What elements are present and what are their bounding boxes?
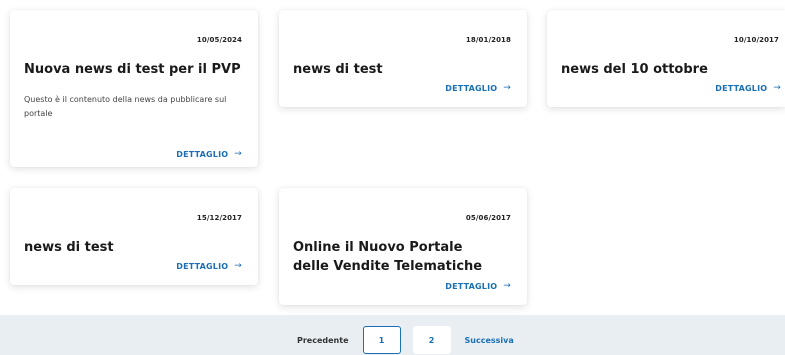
news-detail-label: DETTAGLIO xyxy=(445,83,498,93)
page-button-2[interactable]: 2 xyxy=(412,326,451,354)
news-card: 10/05/2024 Nuova news di test per il PVP… xyxy=(10,10,258,167)
news-card: 05/06/2017 Online il Nuovo Portale delle… xyxy=(279,188,527,305)
news-detail-label: DETTAGLIO xyxy=(176,261,229,271)
arrow-right-icon: → xyxy=(503,281,511,291)
news-detail-link[interactable]: DETTAGLIO → xyxy=(176,261,242,271)
news-date: 18/01/2018 xyxy=(465,36,511,44)
pagination-next[interactable]: Successiva xyxy=(465,336,514,345)
news-date: 10/05/2024 xyxy=(196,36,242,44)
news-list-page: 10/05/2024 Nuova news di test per il PVP… xyxy=(0,0,785,355)
news-title: Online il Nuovo Portale delle Vendite Te… xyxy=(293,240,483,274)
news-detail-label: DETTAGLIO xyxy=(445,281,498,291)
news-detail-link[interactable]: DETTAGLIO → xyxy=(715,83,781,93)
news-detail-link[interactable]: DETTAGLIO → xyxy=(445,281,511,291)
news-detail-label: DETTAGLIO xyxy=(715,83,768,93)
news-date: 10/10/2017 xyxy=(733,36,779,44)
news-card: 10/10/2017 news del 10 ottobre DETTAGLIO… xyxy=(547,10,785,107)
arrow-right-icon: → xyxy=(773,83,781,93)
news-title: news del 10 ottobre xyxy=(561,62,708,77)
news-date: 05/06/2017 xyxy=(465,214,511,222)
arrow-right-icon: → xyxy=(234,149,242,159)
pagination-prev[interactable]: Precedente xyxy=(297,336,349,345)
news-card: 18/01/2018 news di test DETTAGLIO → xyxy=(279,10,527,107)
pagination-bar: Precedente 1 2 Successiva xyxy=(0,315,785,355)
news-card: 15/12/2017 news di test DETTAGLIO → xyxy=(10,188,258,285)
pagination: Precedente 1 2 Successiva xyxy=(297,326,514,354)
news-body: Questo è il contenuto della news da pubb… xyxy=(24,95,227,118)
news-title: Nuova news di test per il PVP xyxy=(24,62,241,77)
news-date: 15/12/2017 xyxy=(196,214,242,222)
news-title: news di test xyxy=(24,240,114,255)
news-title: news di test xyxy=(293,62,383,77)
arrow-right-icon: → xyxy=(234,261,242,271)
arrow-right-icon: → xyxy=(503,83,511,93)
news-detail-link[interactable]: DETTAGLIO → xyxy=(445,83,511,93)
news-detail-link[interactable]: DETTAGLIO → xyxy=(176,149,242,159)
page-button-1[interactable]: 1 xyxy=(362,326,401,354)
news-detail-label: DETTAGLIO xyxy=(176,149,229,159)
